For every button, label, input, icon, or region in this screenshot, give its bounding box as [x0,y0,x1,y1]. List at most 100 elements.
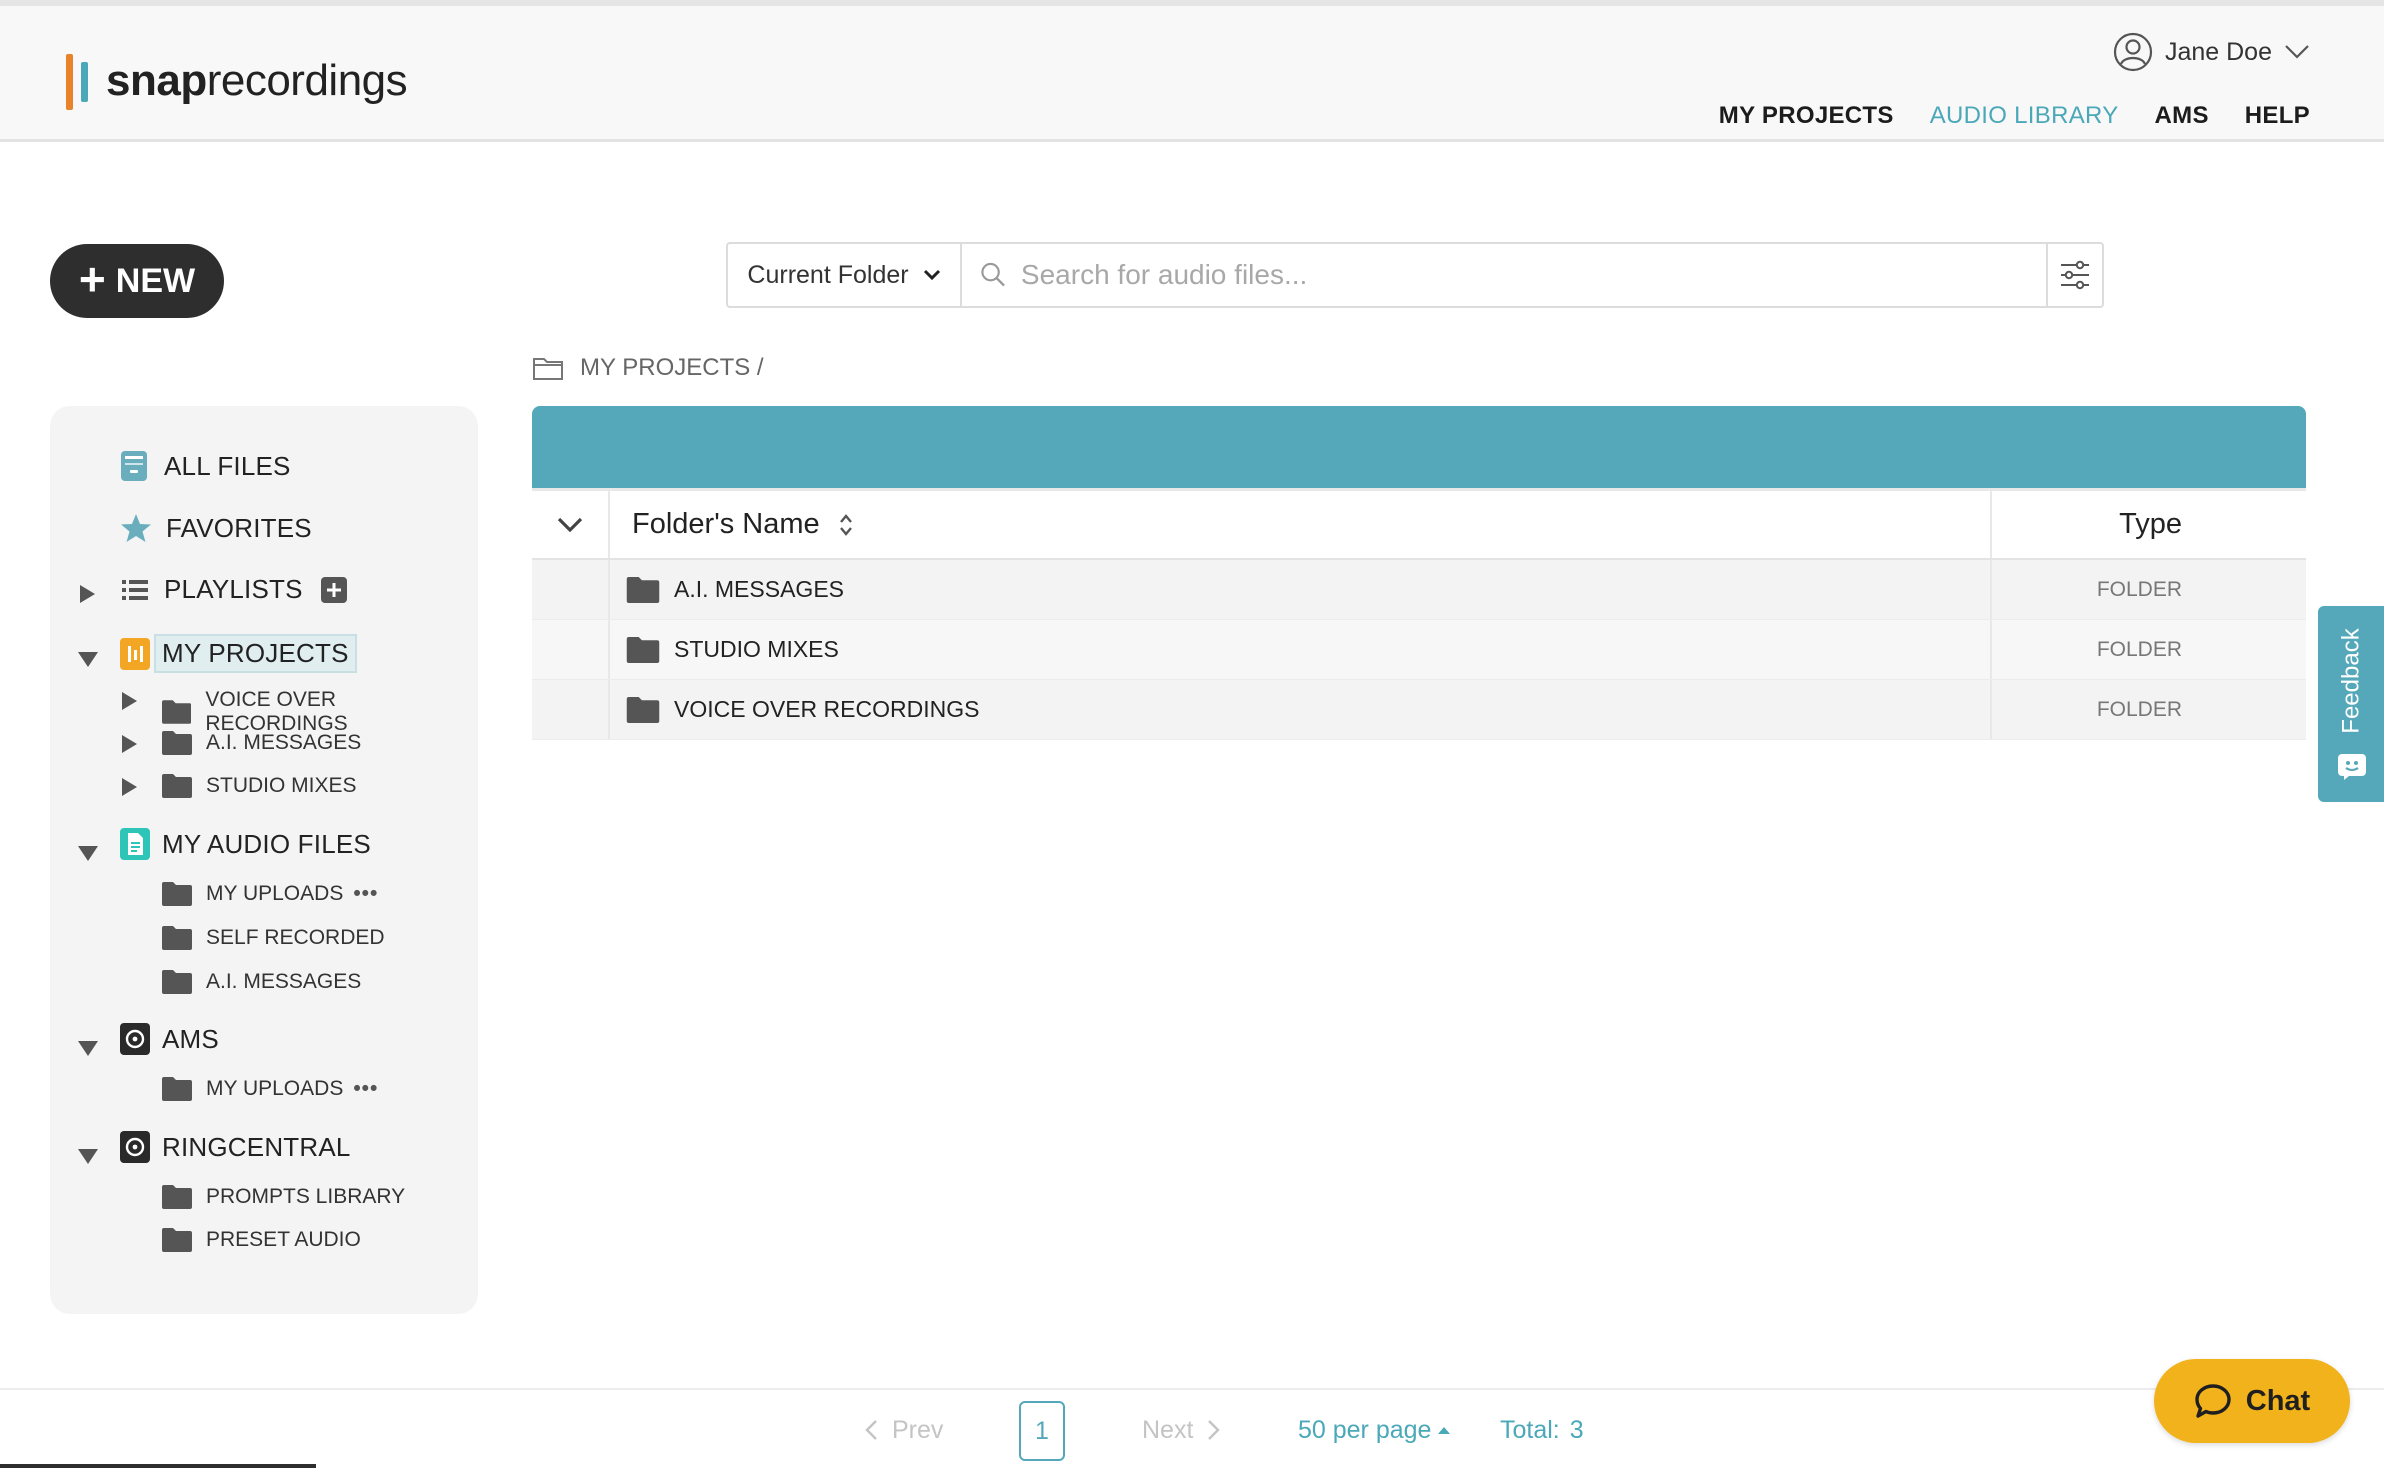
chat-bubble-icon [2195,1384,2231,1418]
chevron-left-icon [865,1420,877,1440]
sidebar-item-ams[interactable]: AMS [120,1023,219,1055]
sidebar-item-preset-audio[interactable]: PRESET AUDIO [162,1228,361,1252]
sidebar-item-ams-my-uploads[interactable]: MY UPLOADS ••• [162,1077,378,1101]
ams-disc-icon [120,1023,150,1055]
sidebar-item-label: A.I. MESSAGES [206,970,362,993]
sidebar-item-label: STUDIO MIXES [206,774,357,797]
sidebar-item-label: PRESET AUDIO [206,1228,361,1251]
folder-name: A.I. MESSAGES [674,576,844,602]
sidebar-item-label: MY UPLOADS [206,1077,344,1100]
search-scope-label: Current Folder [747,260,909,289]
collapse-arrow-icon[interactable] [78,1041,98,1056]
folder-name: VOICE OVER RECORDINGS [674,696,980,722]
projects-icon [120,637,150,670]
table-row[interactable]: STUDIO MIXES FOLDER [532,620,2306,680]
snaprecordings-logo[interactable]: snaprecordings [66,48,408,114]
chat-button[interactable]: Chat [2154,1359,2350,1443]
expand-arrow-icon[interactable] [80,585,95,603]
folder-type: FOLDER [2096,637,2182,661]
caret-up-icon [1438,1427,1451,1434]
total-value: 3 [1569,1415,1584,1444]
chevron-down-icon [2285,45,2309,59]
sidebar-item-all-files[interactable]: ALL FILES [120,450,291,482]
folder-icon [162,1185,192,1209]
sidebar-item-my-uploads[interactable]: MY UPLOADS ••• [162,882,378,906]
sidebar-item-my-audio-files[interactable]: MY AUDIO FILES [120,828,371,860]
search-field [962,244,2046,306]
sidebar-item-studio-mixes[interactable]: STUDIO MIXES [162,774,357,798]
per-page-select[interactable]: 50 per page [1298,1390,1451,1468]
feedback-tab[interactable]: Feedback [2318,606,2384,802]
folder-icon [162,700,192,724]
nav-ams[interactable]: AMS [2155,102,2209,130]
add-playlist-icon[interactable] [320,576,347,603]
sidebar-item-ai-messages-audio[interactable]: A.I. MESSAGES [162,970,361,994]
folder-icon [626,636,660,663]
collapse-arrow-icon[interactable] [78,1149,98,1164]
sidebar-item-my-projects[interactable]: MY PROJECTS [120,634,357,673]
folder-outline-icon [533,358,563,380]
user-menu[interactable]: Jane Doe [2113,32,2310,72]
search-filter-button[interactable] [2046,244,2102,306]
sidebar-item-label: ALL FILES [164,450,291,481]
sidebar-item-voice-over-recordings[interactable]: VOICE OVER RECORDINGS [162,688,478,736]
logo-text: snaprecordings [106,56,408,105]
chevron-down-icon [923,269,940,281]
more-options-icon[interactable]: ••• [353,882,378,906]
table-header: Folder's Name Type [532,488,2306,560]
sidebar-item-self-recorded[interactable]: SELF RECORDED [162,926,385,950]
breadcrumb-path[interactable]: MY PROJECTS / [580,354,764,382]
more-options-icon[interactable]: ••• [353,1077,378,1101]
sidebar-item-favorites[interactable]: FAVORITES [120,512,312,544]
nav-audio-library[interactable]: AUDIO LIBRARY [1930,102,2119,130]
prev-page-button[interactable]: Prev [864,1390,943,1468]
user-name: Jane Doe [2164,37,2272,66]
folder-icon [162,970,192,994]
sidebar-item-label: A.I. MESSAGES [206,731,362,754]
chevron-right-icon [1208,1420,1221,1440]
sidebar: ALL FILES FAVORITES PLAYLISTS MY PROJECT… [50,406,478,1314]
next-label: Next [1142,1415,1194,1444]
sidebar-item-playlists[interactable]: PLAYLISTS [122,574,347,605]
select-all-toggle[interactable] [532,491,610,558]
expand-arrow-icon[interactable] [122,735,137,753]
collapse-arrow-icon[interactable] [78,652,98,667]
table-row[interactable]: A.I. MESSAGES FOLDER [532,560,2306,620]
folder-icon [626,696,660,723]
nav-help[interactable]: HELP [2245,102,2310,130]
sidebar-item-ai-messages[interactable]: A.I. MESSAGES [162,731,361,755]
star-icon [121,514,151,542]
sidebar-item-ringcentral[interactable]: RINGCENTRAL [120,1131,351,1163]
new-button[interactable]: + NEW [50,244,224,318]
expand-arrow-icon[interactable] [122,692,137,710]
current-page[interactable]: 1 [1019,1401,1065,1461]
sidebar-item-label: PROMPTS LIBRARY [206,1185,406,1208]
next-page-button[interactable]: Next [1142,1390,1221,1468]
folder-icon [162,1228,192,1252]
collapse-arrow-icon[interactable] [78,846,98,861]
sidebar-item-prompts-library[interactable]: PROMPTS LIBRARY [162,1185,405,1209]
column-header-label: Type [2119,508,2182,540]
table-body: A.I. MESSAGES FOLDER STUDIO MIXES FOLDER… [532,560,2306,740]
logo-bars-icon [66,50,102,112]
total-count: Total: 3 [1500,1390,1584,1468]
column-header-name[interactable]: Folder's Name [610,491,1992,558]
feedback-label: Feedback [2338,628,2365,734]
sidebar-item-label: MY AUDIO FILES [162,828,371,859]
column-header-type[interactable]: Type [1992,491,2306,558]
search-icon [981,262,1005,287]
sidebar-item-label: SELF RECORDED [206,926,385,949]
sidebar-item-label: VOICE OVER RECORDINGS [205,688,348,735]
sidebar-item-label: PLAYLISTS [164,574,303,604]
folder-icon [162,1077,192,1101]
chat-label: Chat [2245,1384,2311,1417]
search-input[interactable] [1020,259,2046,291]
table-row[interactable]: VOICE OVER RECORDINGS FOLDER [532,680,2306,740]
folder-icon [162,731,192,755]
nav-my-projects[interactable]: MY PROJECTS [1719,102,1894,130]
bottom-accent-bar [0,1464,316,1468]
search-scope-select[interactable]: Current Folder [728,244,962,306]
folder-icon [162,926,192,950]
audio-files-icon [120,828,150,860]
expand-arrow-icon[interactable] [122,778,137,796]
